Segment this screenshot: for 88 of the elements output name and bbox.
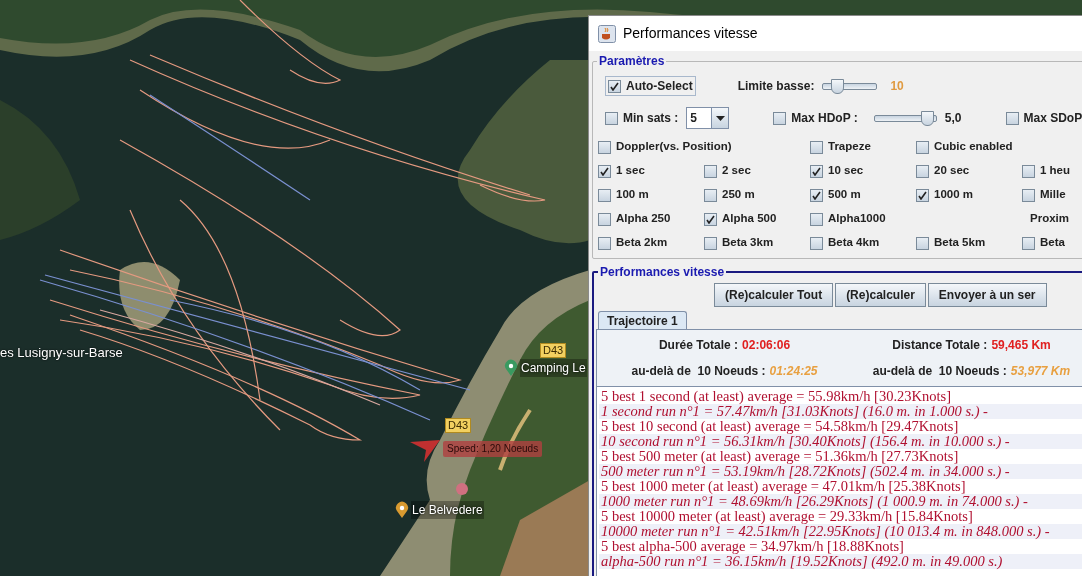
checkbox-label: Beta bbox=[1040, 235, 1065, 251]
check-icon bbox=[812, 166, 821, 176]
checkbox[interactable] bbox=[773, 111, 787, 125]
checkbox[interactable] bbox=[1022, 164, 1035, 178]
checkbox[interactable] bbox=[916, 236, 929, 250]
slider-value: 10 bbox=[890, 78, 904, 95]
map-poi-label: Le Belvedere bbox=[411, 501, 484, 519]
checkbox-label: 1 heu bbox=[1040, 163, 1071, 179]
checkbox-label: 20 sec bbox=[934, 163, 970, 179]
checkbox[interactable] bbox=[704, 164, 717, 178]
checkbox[interactable] bbox=[916, 188, 929, 202]
checkbox-label: 250 m bbox=[722, 187, 755, 203]
checkbox-label: 1000 m bbox=[934, 187, 973, 203]
slider-value: 5,0 bbox=[944, 110, 962, 127]
checkbox[interactable] bbox=[810, 236, 823, 250]
tab[interactable]: Trajectoire 1 bbox=[598, 311, 687, 329]
checkbox[interactable] bbox=[810, 140, 823, 154]
dropdown[interactable]: 5 bbox=[686, 107, 730, 129]
stat-label: au-delà de 10 Noeuds : bbox=[872, 363, 1007, 380]
checkbox-label: Alpha1000 bbox=[828, 211, 886, 227]
stat-value: 53,977 Km bbox=[1010, 363, 1071, 380]
stat-value: 01:24:25 bbox=[769, 363, 818, 380]
checkbox-label: 10 sec bbox=[828, 163, 864, 179]
map-place-label: es Lusigny-sur-Barse bbox=[0, 344, 123, 362]
map-pin-icon bbox=[504, 359, 518, 377]
checkbox[interactable] bbox=[810, 164, 823, 178]
toolbar-button[interactable]: (Re)calculer Tout bbox=[714, 283, 834, 307]
auto-select-toggle[interactable]: Auto-Select bbox=[605, 76, 696, 96]
check-icon bbox=[918, 190, 927, 200]
checkbox-label: 2 sec bbox=[722, 163, 751, 179]
map-pin-icon bbox=[395, 501, 409, 519]
checkbox[interactable] bbox=[704, 188, 717, 202]
checkbox[interactable] bbox=[704, 212, 717, 226]
stat-label: Durée Totale : bbox=[658, 337, 739, 354]
map-pin-icon bbox=[455, 482, 469, 496]
checkbox[interactable] bbox=[1022, 188, 1035, 202]
check-icon bbox=[600, 166, 609, 176]
checkbox[interactable] bbox=[598, 236, 611, 250]
slider-thumb[interactable] bbox=[830, 78, 844, 94]
checkbox-label: Beta 5km bbox=[934, 235, 986, 251]
caret-icon bbox=[715, 115, 725, 121]
slider-label: Limite basse: bbox=[737, 78, 815, 95]
check-icon bbox=[706, 214, 715, 224]
checkbox[interactable] bbox=[605, 111, 618, 125]
checkbox-label: Max SDoP bbox=[1023, 110, 1082, 127]
checkbox[interactable] bbox=[916, 140, 929, 154]
checkbox-label: Alpha 500 bbox=[722, 211, 777, 227]
coffee-cup-icon bbox=[598, 24, 616, 43]
checkbox[interactable] bbox=[1022, 236, 1035, 250]
stat-label: au-delà de 10 Noeuds : bbox=[631, 363, 766, 380]
stat-value: 59,465 Km bbox=[991, 337, 1051, 354]
checkbox-label: Beta 3km bbox=[722, 235, 774, 251]
stat-label: Distance Totale : bbox=[892, 337, 988, 354]
checkbox-label: Cubic enabled bbox=[934, 139, 1013, 155]
checkbox[interactable] bbox=[810, 188, 823, 202]
checkbox-label: Alpha 250 bbox=[616, 211, 671, 227]
road-number-label: D43 bbox=[540, 343, 567, 358]
checkbox[interactable] bbox=[598, 212, 611, 226]
checkbox-label: 100 m bbox=[616, 187, 649, 203]
stat-value: 02:06:06 bbox=[742, 337, 791, 354]
checkbox-label: Min sats : bbox=[623, 110, 679, 127]
checkbox-label: Trapeze bbox=[828, 139, 871, 155]
map-poi-label: Camping Le bbox=[520, 359, 587, 377]
toolbar-button[interactable]: (Re)calculer bbox=[835, 283, 926, 307]
toolbar-button[interactable]: Envoyer à un ser bbox=[927, 283, 1047, 307]
checkbox-label: Beta 4km bbox=[828, 235, 880, 251]
checkbox-label: Max HDoP : bbox=[791, 110, 858, 127]
checkbox-label: 1 sec bbox=[616, 163, 645, 179]
checkbox[interactable] bbox=[598, 188, 611, 202]
checkbox[interactable] bbox=[598, 140, 611, 154]
checkbox[interactable] bbox=[598, 164, 611, 178]
slider-thumb[interactable] bbox=[920, 110, 934, 126]
checkbox[interactable] bbox=[810, 212, 823, 226]
option-label: Proxim bbox=[1030, 212, 1069, 225]
check-icon bbox=[610, 81, 619, 91]
checkbox-label: Doppler(vs. Position) bbox=[616, 139, 732, 155]
checkbox-label: Mille bbox=[1040, 187, 1066, 203]
checkbox[interactable] bbox=[1005, 111, 1019, 125]
speed-label: Speed: 1,20 Noeuds bbox=[443, 441, 543, 457]
window-title: Performances vitesse bbox=[623, 24, 758, 43]
road-number-label: D43 bbox=[445, 418, 472, 433]
checkbox-label: 500 m bbox=[828, 187, 861, 203]
check-icon bbox=[812, 190, 821, 200]
boat-arrow-icon bbox=[410, 440, 440, 462]
checkbox-label: Beta 2km bbox=[616, 235, 668, 251]
checkbox[interactable] bbox=[704, 236, 717, 250]
checkbox[interactable] bbox=[916, 164, 929, 178]
checkbox[interactable] bbox=[608, 79, 621, 93]
